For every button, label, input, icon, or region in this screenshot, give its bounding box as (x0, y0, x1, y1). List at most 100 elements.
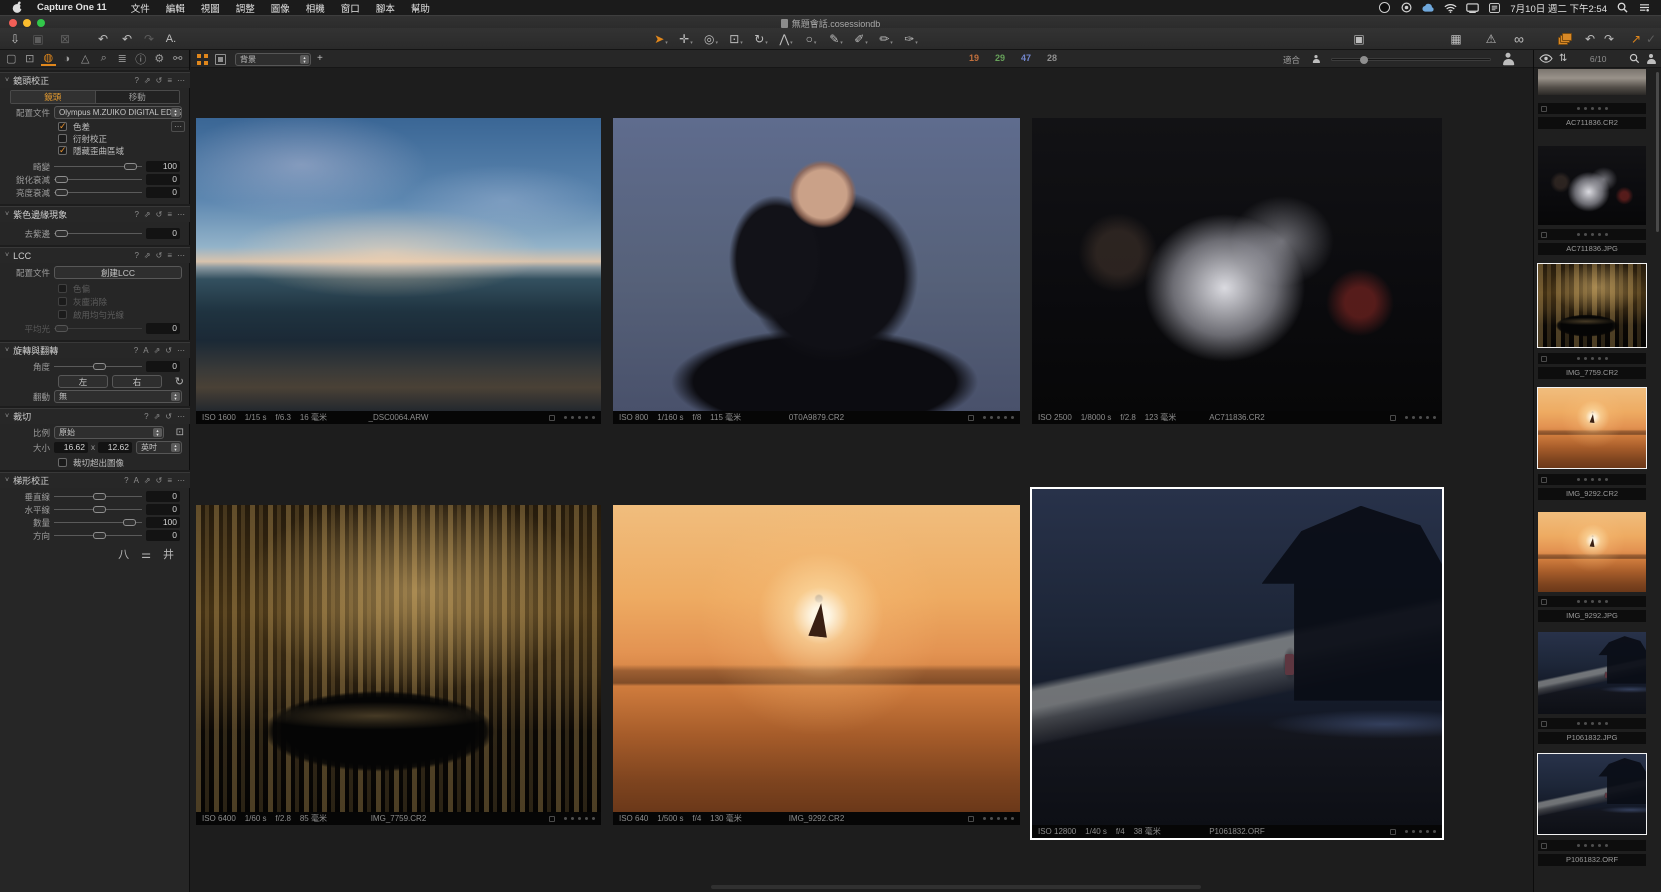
presets-icon[interactable]: ≡ (167, 251, 172, 260)
photo-martial-arts[interactable] (1032, 118, 1442, 411)
keystone-vertical-slider[interactable] (54, 490, 142, 503)
reset-icon[interactable]: ↺ (165, 412, 172, 421)
single-view-icon[interactable] (215, 54, 226, 65)
help-icon[interactable]: ? (134, 76, 138, 85)
copy-icon[interactable]: ⇗ (144, 76, 151, 85)
subtab-movement[interactable]: 移動 (96, 91, 180, 103)
thumb-checkbox[interactable] (1541, 843, 1547, 849)
photo-cell-5[interactable]: ISO 640 1/500 s f/4 130 毫米 IMG_9292.CR2 (613, 505, 1020, 825)
help-icon[interactable]: ? (134, 346, 138, 355)
crop-tool[interactable]: ⊡▾ (727, 30, 745, 48)
thumb-checkbox[interactable] (1541, 356, 1547, 362)
copy-icon[interactable]: ⇗ (144, 251, 151, 260)
thumb-checkbox[interactable] (1541, 106, 1547, 112)
more-icon[interactable]: ⋯ (177, 251, 185, 260)
crop-icon[interactable]: ⊡ (176, 427, 184, 438)
thumb-checkbox[interactable] (1541, 721, 1547, 727)
rotate-left-button[interactable]: 左 (58, 375, 108, 388)
caption-checkbox[interactable] (1390, 415, 1396, 421)
image-browser-grid[interactable]: ISO 1600 1/15 s f/6.3 16 毫米 _DSC0064.ARW… (191, 68, 1533, 892)
create-lcc-button[interactable]: 創建LCC (54, 266, 182, 279)
more-icon[interactable]: ⋯ (177, 476, 185, 485)
stepper-icon[interactable] (171, 108, 180, 117)
more-icon[interactable]: ⋯ (177, 412, 185, 421)
defringe-value[interactable]: 0 (146, 228, 180, 239)
menu-item-file[interactable]: 文件 (131, 1, 150, 15)
filmstrip-thumb-4-selected[interactable] (1538, 388, 1646, 468)
more-icon[interactable]: ⋯ (177, 210, 185, 219)
panel-header-keystone[interactable]: ˅ 梯形校正 ? A ⇗ ↺ ≡ ⋯ (0, 472, 190, 488)
menu-item-scripts[interactable]: 腳本 (376, 1, 395, 15)
spotlight-icon[interactable] (1616, 2, 1629, 13)
keystone-both-icon[interactable]: 井 (163, 549, 186, 561)
tab-plugins-icon[interactable]: ⚯ (171, 52, 186, 65)
rotate-tool[interactable]: ↻▾ (752, 30, 770, 48)
wifi-icon[interactable] (1444, 2, 1457, 13)
status-badge-icon[interactable] (1378, 2, 1391, 13)
reset-icon[interactable]: ↺ (156, 476, 163, 485)
auto-icon[interactable]: A (134, 476, 139, 485)
caption-checkbox[interactable] (968, 415, 974, 421)
redo-button[interactable]: ↷ (139, 30, 159, 48)
grid-view-icon[interactable] (197, 54, 208, 65)
keystone-vertical-icon[interactable]: 八 (118, 549, 141, 561)
user-icon[interactable] (1646, 54, 1656, 64)
menu-item-camera[interactable]: 相機 (306, 1, 325, 15)
menu-item-window[interactable]: 窗口 (341, 1, 360, 15)
keystone-tool[interactable]: ⋀▾ (777, 30, 795, 48)
tab-capture-icon[interactable]: ⊡ (23, 52, 38, 65)
horizontal-scrollbar[interactable] (711, 885, 1201, 889)
thumb-rating-dots[interactable] (1577, 478, 1580, 481)
photo-cell-2[interactable]: ISO 800 1/160 s f/8 115 毫米 0T0A9879.CR2 (613, 118, 1020, 424)
distortion-slider[interactable] (54, 160, 142, 173)
filmstrip-filename[interactable]: AC711836.CR2 (1538, 117, 1646, 129)
angle-slider[interactable] (54, 360, 142, 373)
photo-beach-sunset[interactable] (196, 118, 601, 411)
auto-icon[interactable]: A (143, 346, 148, 355)
filmstrip-thumb-3-selected[interactable] (1538, 264, 1646, 347)
photo-cell-1[interactable]: ISO 1600 1/15 s f/6.3 16 毫米 _DSC0064.ARW (196, 118, 601, 424)
help-icon[interactable]: ? (124, 476, 128, 485)
tab-color-icon[interactable]: ◑ (60, 53, 75, 65)
crop-unit-dropdown[interactable]: 英吋 (136, 441, 182, 454)
switch-list-icon[interactable] (1488, 2, 1501, 13)
photo-sunset-dancer[interactable] (613, 505, 1020, 812)
styles-button[interactable]: A. (161, 30, 181, 48)
panel-header-rotation[interactable]: ˅ 旋轉與翻轉 ? A ⇗ ↺ ⋯ (0, 342, 190, 358)
add-collection-button[interactable]: + (317, 53, 323, 64)
rotate-left-icon[interactable]: ↶ (1581, 30, 1599, 48)
rating-dots[interactable] (983, 416, 986, 419)
focus-mask-icon[interactable]: ▦ (1447, 30, 1465, 48)
pick-color-tool[interactable]: ✐▾ (852, 30, 870, 48)
tab-lens-icon[interactable]: ◍ (41, 51, 56, 66)
tab-metadata-icon[interactable]: ≣ (115, 52, 130, 65)
filmstrip-thumb-1-partial[interactable] (1538, 69, 1646, 95)
loupe-tool[interactable]: ◎▾ (702, 30, 720, 48)
rating-dots[interactable] (564, 817, 567, 820)
caption-checkbox[interactable] (968, 816, 974, 822)
eye-filter-icon[interactable] (1539, 54, 1553, 63)
copy-icon[interactable]: ⇗ (154, 412, 161, 421)
rotate-right-icon[interactable]: ↷ (1600, 30, 1618, 48)
thumb-checkbox[interactable] (1541, 477, 1547, 483)
photo-night-temple[interactable] (1032, 489, 1442, 825)
photo-cell-3[interactable]: ISO 2500 1/8000 s f/2.8 123 毫米 AC711836.… (1032, 118, 1442, 424)
app-menu-title[interactable]: Capture One 11 (37, 2, 107, 13)
thumb-rating-dots[interactable] (1577, 233, 1580, 236)
keystone-horizontal-icon[interactable]: ⚌ (141, 549, 163, 561)
thumb-checkbox[interactable] (1541, 599, 1547, 605)
caption-checkbox[interactable] (549, 415, 555, 421)
more-icon[interactable]: ⋯ (177, 76, 185, 85)
tab-settings-icon[interactable]: ⚙ (152, 52, 167, 65)
caption-checkbox[interactable] (1390, 829, 1396, 835)
capture-button[interactable]: ▣ (29, 30, 47, 48)
keystone-amount-slider[interactable] (54, 516, 142, 529)
share-icon[interactable]: ↗ (1628, 30, 1644, 48)
thumb-rating-dots[interactable] (1577, 600, 1580, 603)
spot-tool[interactable]: ○▾ (802, 30, 820, 48)
angle-value[interactable]: 0 (146, 361, 180, 372)
cursor-tool[interactable]: ➤▾ (652, 30, 670, 48)
menu-item-adjust[interactable]: 調整 (236, 1, 255, 15)
panel-header-purple-fringing[interactable]: ˅ 紫色邊緣現象 ? ⇗ ↺ ≡ ⋯ (0, 206, 190, 222)
menu-item-view[interactable]: 視圖 (201, 1, 220, 15)
